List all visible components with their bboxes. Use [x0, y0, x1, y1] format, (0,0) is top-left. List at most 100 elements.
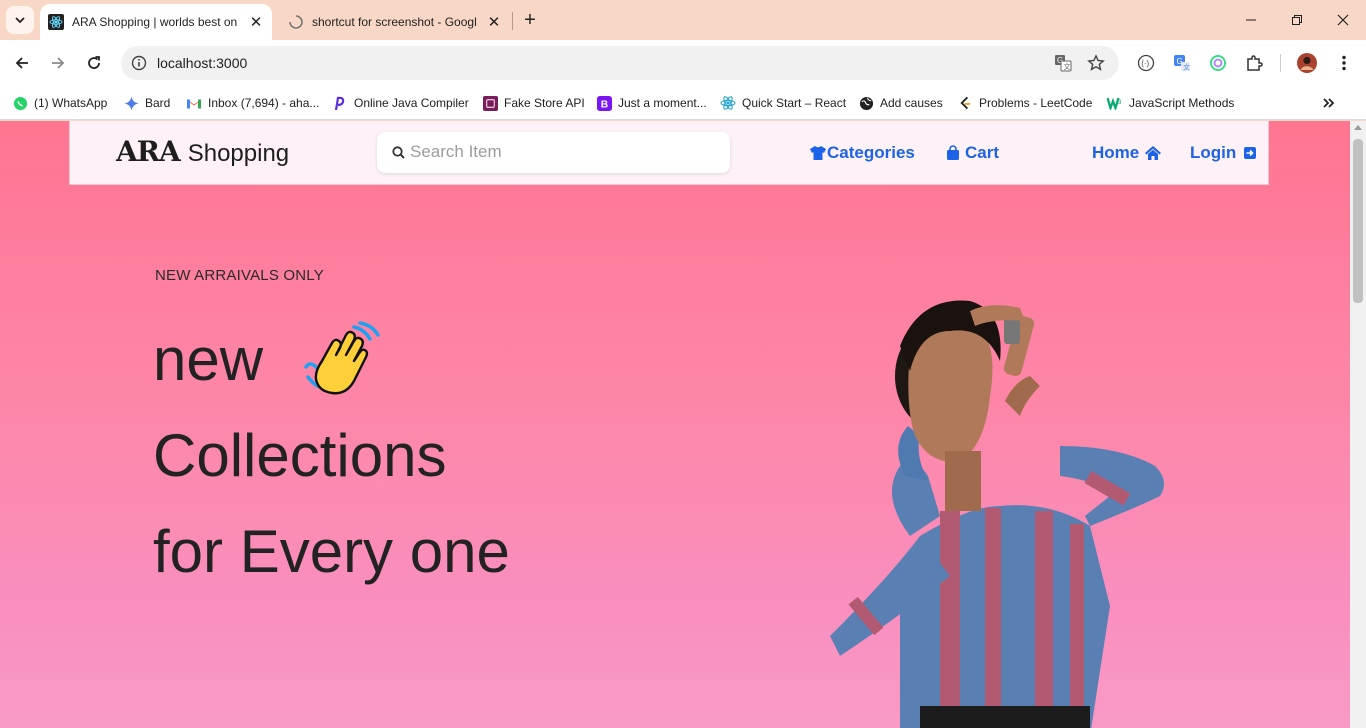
bookmark-whatsapp[interactable]: (1) WhatsApp — [12, 93, 107, 113]
nav-home-link[interactable]: Home — [1092, 141, 1162, 165]
bookmark-label: JavaScript Methods — [1129, 96, 1235, 110]
react-icon — [720, 95, 736, 111]
nav-home-label: Home — [1092, 143, 1140, 162]
bookmark-just-a-moment[interactable]: B Just a moment... — [596, 93, 707, 113]
svg-text:(·): (·) — [1141, 59, 1149, 68]
nav-categories-label: Categories — [827, 143, 915, 162]
restore-icon — [1292, 15, 1302, 25]
page-scrollbar[interactable] — [1350, 121, 1366, 728]
hero-headline-line-3: for Every one — [153, 518, 510, 585]
extension-api-icon[interactable]: (·) — [1135, 52, 1157, 74]
bookmarks-overflow-button[interactable] — [1322, 93, 1336, 113]
bookmarks-bar: (1) WhatsApp Bard Inbox (7,694) - aha...… — [0, 86, 1366, 120]
leetcode-icon — [957, 95, 973, 111]
restore-button[interactable] — [1274, 0, 1320, 40]
svg-text:文: 文 — [1064, 62, 1071, 71]
svg-text:3: 3 — [1118, 100, 1122, 106]
close-window-button[interactable] — [1320, 0, 1366, 40]
close-tab-icon[interactable]: ✕ — [484, 12, 504, 32]
fakestore-icon — [482, 95, 498, 111]
bookmark-label: (1) WhatsApp — [34, 96, 108, 110]
search-input[interactable] — [410, 140, 710, 164]
house-icon — [1144, 144, 1162, 162]
bookmark-label: Add causes — [880, 96, 943, 110]
bookmark-gmail[interactable]: Inbox (7,694) - aha... — [186, 93, 319, 113]
arrow-right-icon — [52, 57, 65, 69]
new-tab-button[interactable]: + — [518, 8, 542, 32]
w3schools-icon: 3 — [1107, 95, 1123, 111]
chevron-down-icon — [15, 17, 25, 24]
logo-subtitle: Shopping — [187, 140, 290, 167]
tab-strip: ARA Shopping | worlds best on ✕ shortcut… — [0, 0, 1366, 40]
nav-cart-link[interactable]: Cart — [944, 141, 999, 165]
page-viewport: ARA Shopping Categories Cart Home Login … — [0, 121, 1350, 728]
bookmark-add-causes[interactable]: Add causes — [858, 93, 943, 113]
forward-button[interactable] — [43, 48, 73, 78]
nav-login-link[interactable]: Login — [1190, 141, 1259, 165]
extension-circle-icon[interactable] — [1207, 52, 1229, 74]
nav-categories-link[interactable]: Categories — [809, 141, 915, 165]
arrow-left-icon — [15, 57, 28, 69]
bookmark-star-icon[interactable] — [1086, 53, 1106, 73]
bookmark-label: Fake Store API — [504, 96, 585, 110]
waving-hand-icon — [304, 321, 380, 395]
hero-headline-line-1: new — [153, 326, 264, 393]
bookmark-label: Quick Start – React — [742, 96, 847, 110]
back-button[interactable] — [7, 48, 37, 78]
hero-headline-line-2: Collections — [153, 422, 447, 489]
bookmark-fake-store-api[interactable]: Fake Store API — [482, 93, 585, 113]
bootstrap-icon: B — [596, 95, 612, 111]
whatsapp-icon — [12, 95, 28, 111]
gmail-icon — [186, 95, 202, 111]
tab-title: shortcut for screenshot - Googl — [312, 15, 477, 29]
toolbar-divider — [1280, 54, 1281, 72]
tab-title: ARA Shopping | worlds best on — [72, 15, 238, 29]
reload-button[interactable] — [79, 48, 109, 78]
bookmark-quick-start-react[interactable]: Quick Start – React — [720, 93, 846, 113]
bookmark-label: Just a moment... — [618, 96, 707, 110]
translate-icon[interactable]: G文 — [1053, 53, 1073, 73]
minimize-button[interactable] — [1228, 0, 1274, 40]
bookmark-label: Bard — [145, 96, 171, 110]
double-chevron-right-icon — [1323, 98, 1335, 108]
shopping-bag-icon — [944, 144, 962, 162]
bookmark-leetcode[interactable]: Problems - LeetCode — [957, 93, 1092, 113]
bard-icon — [123, 95, 139, 111]
bookmark-online-java-compiler[interactable]: Online Java Compiler — [332, 93, 469, 113]
scrollbar-thumb[interactable] — [1353, 139, 1363, 303]
logo-brand: ARA — [116, 135, 181, 168]
sign-in-icon — [1241, 144, 1259, 162]
tshirt-icon — [809, 144, 827, 162]
svg-text:B: B — [600, 99, 607, 110]
tab-shortcut-screenshot[interactable]: shortcut for screenshot - Googl ✕ — [280, 4, 510, 40]
site-info-icon[interactable] — [129, 53, 149, 73]
browser-toolbar: localhost:3000 G文 (·) G文 — [0, 40, 1366, 86]
nav-cart-label: Cart — [965, 143, 1000, 162]
address-bar[interactable]: localhost:3000 G文 — [121, 46, 1119, 80]
globe-icon — [858, 95, 874, 111]
bookmark-bard[interactable]: Bard — [123, 93, 170, 113]
hero-eyebrow: NEW ARRAIVALS ONLY — [155, 267, 324, 284]
react-favicon-icon — [48, 14, 64, 30]
hero-model-photo — [830, 300, 1164, 728]
menu-kebab-icon[interactable] — [1333, 52, 1355, 74]
svg-text:文: 文 — [1183, 63, 1190, 72]
close-icon — [1337, 14, 1349, 26]
tab-search-button[interactable] — [6, 6, 34, 34]
bookmark-label: Problems - LeetCode — [979, 96, 1093, 110]
search-icon — [392, 146, 405, 159]
reload-icon — [88, 56, 100, 69]
nav-login-label: Login — [1190, 143, 1237, 162]
loading-favicon-icon — [288, 14, 304, 30]
bookmark-label: Online Java Compiler — [354, 96, 469, 110]
google-translate-extension-icon[interactable]: G文 — [1171, 52, 1193, 74]
minimize-icon — [1246, 19, 1256, 21]
tab-ara-shopping[interactable]: ARA Shopping | worlds best on ✕ — [40, 4, 272, 40]
scroll-up-arrow-icon[interactable] — [1354, 125, 1362, 130]
site-logo[interactable]: ARA Shopping — [116, 135, 289, 168]
profile-avatar[interactable] — [1296, 52, 1318, 74]
bookmark-javascript-methods[interactable]: 3 JavaScript Methods — [1107, 93, 1234, 113]
extensions-puzzle-icon[interactable] — [1243, 52, 1265, 74]
bookmark-label: Inbox (7,694) - aha... — [208, 96, 320, 110]
close-tab-icon[interactable]: ✕ — [246, 12, 266, 32]
